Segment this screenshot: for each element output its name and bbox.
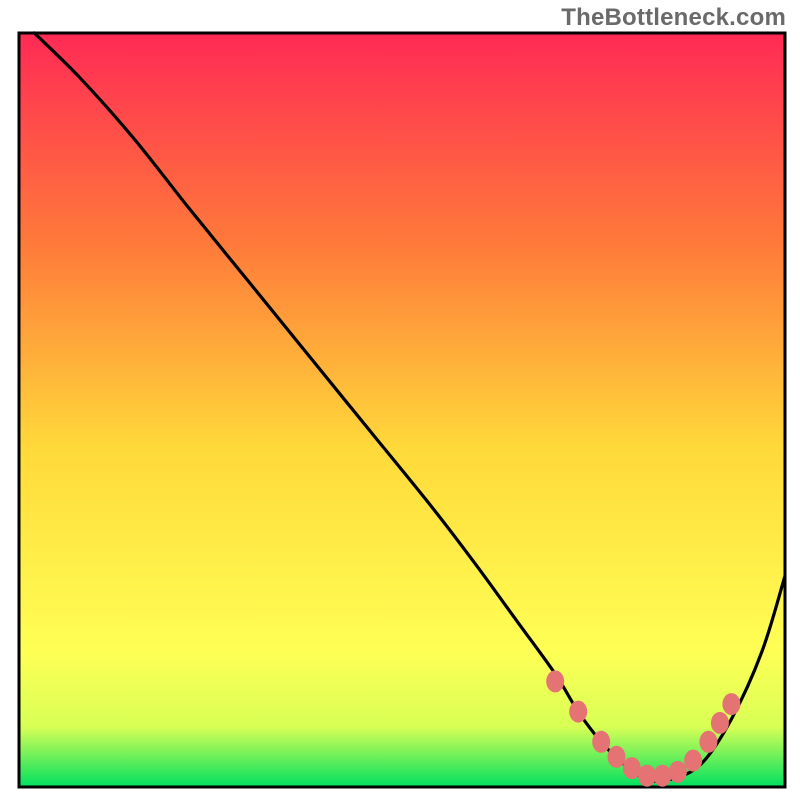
highlight-dot bbox=[608, 746, 626, 768]
highlight-dot bbox=[669, 761, 687, 783]
highlight-dot bbox=[546, 670, 564, 692]
highlight-dot bbox=[722, 693, 740, 715]
chart-container: TheBottleneck.com bbox=[0, 0, 800, 800]
bottleneck-chart bbox=[0, 0, 800, 800]
highlight-dot bbox=[653, 765, 671, 787]
plot-background bbox=[19, 33, 785, 787]
highlight-dot bbox=[569, 701, 587, 723]
highlight-dot bbox=[684, 750, 702, 772]
highlight-dot bbox=[699, 731, 717, 753]
highlight-dot bbox=[638, 765, 656, 787]
highlight-dot bbox=[623, 757, 641, 779]
highlight-dot bbox=[711, 712, 729, 734]
highlight-dot bbox=[592, 731, 610, 753]
watermark-label: TheBottleneck.com bbox=[561, 4, 786, 32]
